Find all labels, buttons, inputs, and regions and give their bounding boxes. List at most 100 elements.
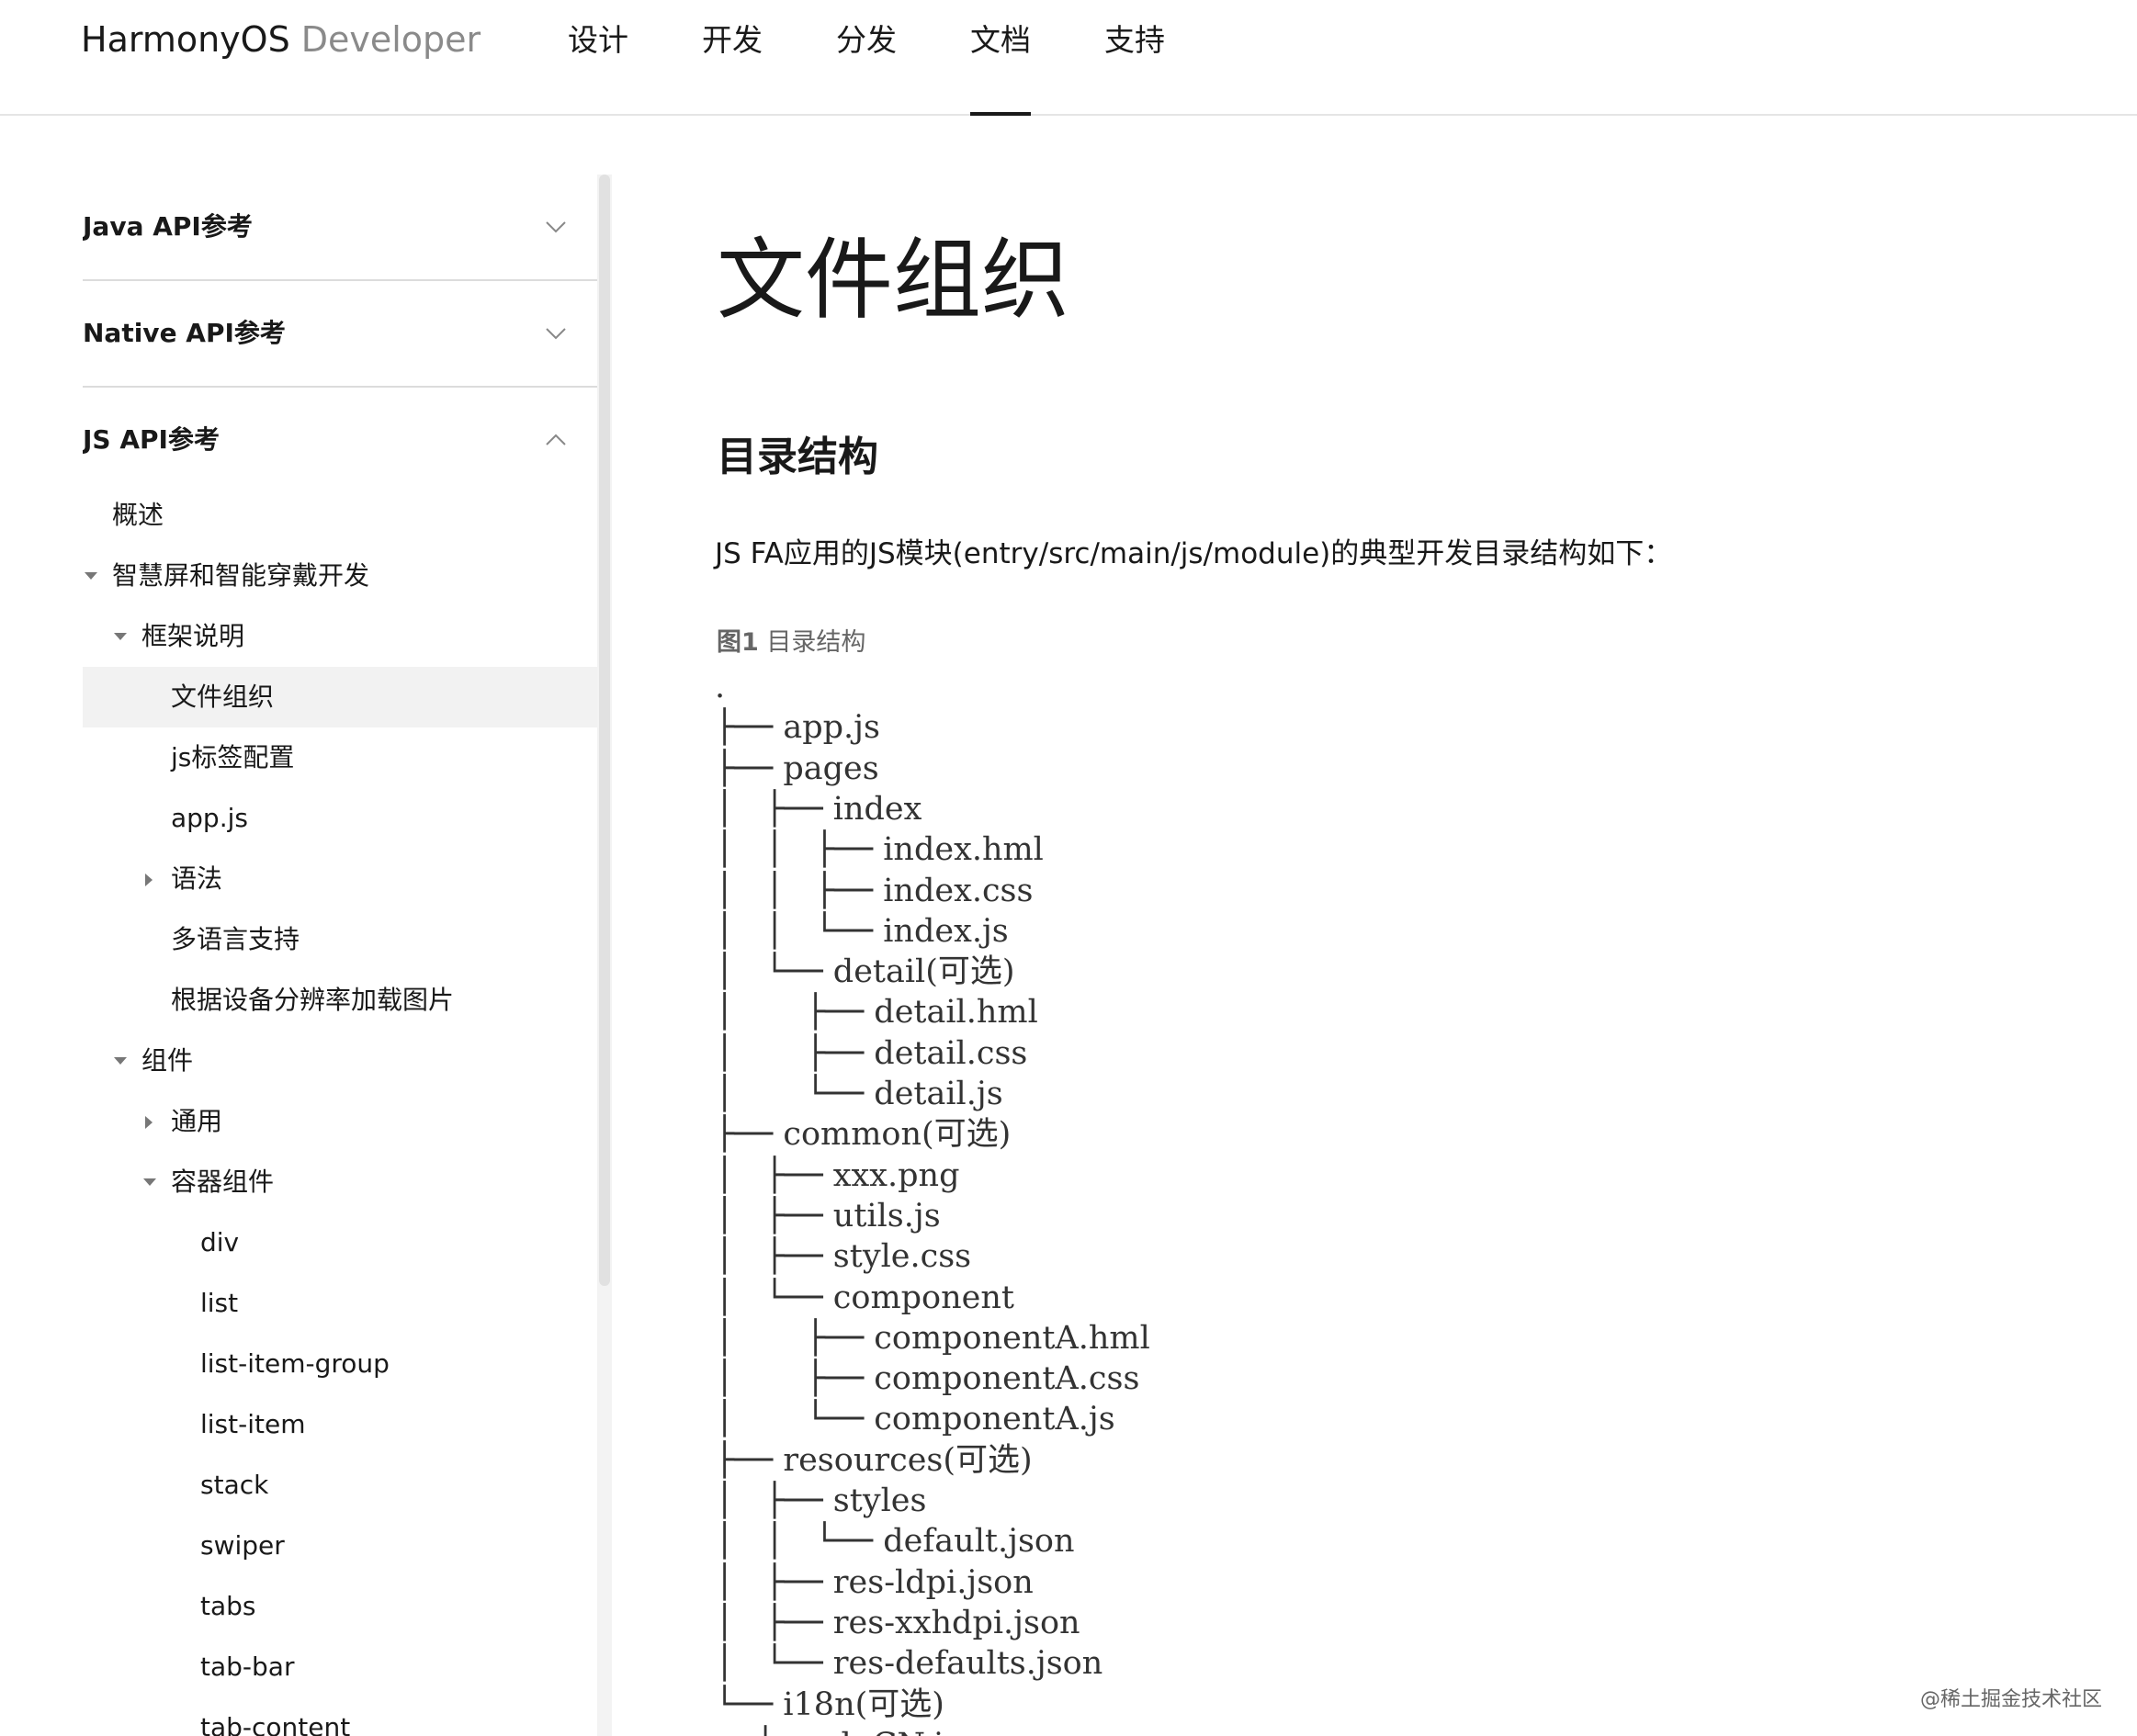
chevron-down-icon: [546, 323, 566, 344]
tree-line: │ ├── detail.css: [715, 1034, 1028, 1072]
sidebar-tree-item[interactable]: 智慧屏和智能穿戴开发: [83, 546, 597, 606]
sidebar-tree-item[interactable]: 通用: [83, 1091, 597, 1152]
sidebar-section-js-api[interactable]: JS API参考: [83, 388, 597, 485]
top-header: HarmonyOS Developer 设计 开发 分发 文档 支持: [0, 0, 2137, 116]
tree-item-label: tabs: [200, 1591, 256, 1621]
tree-line: │ │ ├── index.hml: [715, 831, 1044, 869]
brand-logo[interactable]: HarmonyOS Developer: [81, 17, 481, 62]
sidebar-section-java-api[interactable]: Java API参考: [83, 175, 597, 281]
sidebar-tree: 概述智慧屏和智能穿戴开发框架说明文件组织 js标签配置 app.js 语法多语言支持根…: [83, 485, 597, 1736]
tree-item-label: 通用: [171, 1106, 223, 1136]
section-label: JS API参考: [83, 424, 220, 455]
sidebar-scrollbar-thumb[interactable]: [599, 175, 610, 1286]
sidebar-tree-item[interactable]: tab-bar: [83, 1637, 597, 1697]
tree-item-label: 智慧屏和智能穿戴开发: [112, 560, 370, 591]
tree-line: └── i18n(可选): [715, 1685, 944, 1723]
sidebar-tree-item[interactable]: 文件组织: [83, 667, 597, 727]
nav-develop[interactable]: 开发: [702, 0, 836, 114]
caret-down-icon[interactable]: [143, 1152, 156, 1212]
nav-docs[interactable]: 文档: [970, 0, 1104, 116]
nav-design[interactable]: 设计: [568, 0, 702, 114]
tree-item-label: 框架说明: [141, 621, 245, 651]
sidebar-tree-item[interactable]: 多语言支持: [83, 909, 597, 970]
sidebar-tree-item[interactable]: 概述: [83, 485, 597, 546]
sidebar-tree-item[interactable]: tab-content: [83, 1697, 597, 1736]
tree-line: │ ├── componentA.css: [715, 1360, 1140, 1398]
sidebar-tree-item[interactable]: js标签配置: [83, 727, 597, 788]
page-title: 文件组织: [717, 229, 1069, 332]
nav-support[interactable]: 支持: [1104, 0, 1238, 114]
sidebar-tree-item[interactable]: 容器组件: [83, 1152, 597, 1212]
sidebar-tree-item[interactable]: 框架说明: [83, 606, 597, 667]
sidebar-tree-item[interactable]: tabs: [83, 1576, 597, 1637]
tree-item-label: tab-content: [200, 1712, 351, 1736]
tree-item-label: list-item-group: [200, 1348, 390, 1379]
intro-paragraph: JS FA应用的JS模块(entry/src/main/js/module)的典…: [715, 537, 1673, 570]
tree-item-label: app.js: [171, 803, 248, 833]
tree-line: ├── pages: [715, 750, 879, 787]
figure-title: 目录结构: [766, 628, 866, 657]
chevron-down-icon: [546, 217, 566, 237]
tree-item-label: 根据设备分辨率加载图片: [171, 985, 455, 1015]
tree-line: ├── common(可选): [715, 1116, 1012, 1154]
sidebar-tree-item[interactable]: app.js: [83, 788, 597, 849]
sidebar-section-native-api[interactable]: Native API参考: [83, 281, 597, 388]
tree-line: │ ├── componentA.hml: [715, 1319, 1150, 1357]
directory-tree-block: . ├── app.js ├── pages │ ├── index │ │ ├── i…: [715, 667, 2001, 1736]
sidebar-tree-item[interactable]: 根据设备分辨率加载图片: [83, 970, 597, 1031]
tree-line: │ ├── detail.hml: [715, 994, 1038, 1031]
tree-line: │ │ └── index.js: [715, 912, 1009, 950]
sidebar-tree-item[interactable]: 组件: [83, 1031, 597, 1091]
chevron-up-icon: [546, 430, 566, 450]
caret-down-icon[interactable]: [85, 546, 97, 606]
tree-line: ├── zh-CN.json: [715, 1725, 1001, 1736]
caret-right-icon[interactable]: [143, 849, 156, 909]
tree-item-label: list: [200, 1288, 239, 1318]
tree-line: │ └── component: [715, 1279, 1014, 1316]
main-nav: 设计 开发 分发 文档 支持: [568, 0, 1238, 116]
tree-line: │ └── detail(可选): [715, 953, 1015, 991]
figure-caption: 图1 目录结构: [717, 625, 865, 661]
tree-line: .: [715, 669, 726, 705]
caret-down-icon[interactable]: [114, 606, 127, 667]
sidebar-tree-item[interactable]: swiper: [83, 1516, 597, 1576]
tree-line: │ └── res-defaults.json: [715, 1645, 1103, 1683]
tree-item-label: stack: [200, 1470, 269, 1500]
sidebar-tree-item[interactable]: 语法: [83, 849, 597, 909]
tree-item-label: tab-bar: [200, 1651, 295, 1682]
tree-line: │ ├── style.css: [715, 1238, 972, 1276]
sidebar-tree-item[interactable]: div: [83, 1212, 597, 1273]
tree-item-label: list-item: [200, 1409, 306, 1439]
tree-line: ├── app.js: [715, 709, 880, 747]
tree-item-label: 多语言支持: [171, 924, 300, 954]
section-label: Native API参考: [83, 318, 286, 348]
brand-main: HarmonyOS: [81, 19, 290, 60]
tree-item-label: 语法: [171, 863, 223, 894]
tree-line: ├── resources(可选): [715, 1441, 1033, 1479]
docs-sidebar: Java API参考 Native API参考 JS API参考 概述智慧屏和智…: [83, 175, 597, 1736]
tree-line: │ ├── styles: [715, 1482, 927, 1519]
nav-distribute[interactable]: 分发: [836, 0, 970, 114]
sidebar-tree-item[interactable]: list: [83, 1273, 597, 1334]
tree-item-label: 组件: [141, 1045, 194, 1076]
sidebar-tree-item[interactable]: stack: [83, 1455, 597, 1516]
sidebar-tree-item[interactable]: list-item-group: [83, 1334, 597, 1394]
tree-item-label: 文件组织: [171, 682, 275, 712]
caret-down-icon[interactable]: [114, 1031, 127, 1091]
section-label: Java API参考: [83, 211, 253, 242]
tree-line: │ ├── res-ldpi.json: [715, 1563, 1034, 1601]
brand-sub: Developer: [300, 19, 481, 60]
caret-right-icon[interactable]: [143, 1091, 156, 1152]
tree-line: │ │ └── default.json: [715, 1523, 1075, 1561]
tree-item-label: 概述: [112, 500, 164, 530]
tree-item-label: div: [200, 1227, 240, 1257]
section-heading: 目录结构: [717, 434, 878, 480]
tree-item-label: js标签配置: [171, 742, 295, 772]
sidebar-tree-item[interactable]: list-item: [83, 1394, 597, 1455]
tree-line: │ └── componentA.js: [715, 1401, 1115, 1438]
tree-line: │ ├── xxx.png: [715, 1156, 960, 1194]
tree-line: │ ├── utils.js: [715, 1197, 941, 1234]
tree-line: │ ├── index: [715, 790, 922, 828]
figure-label: 图1: [717, 628, 759, 657]
tree-line: │ └── detail.js: [715, 1076, 1003, 1112]
